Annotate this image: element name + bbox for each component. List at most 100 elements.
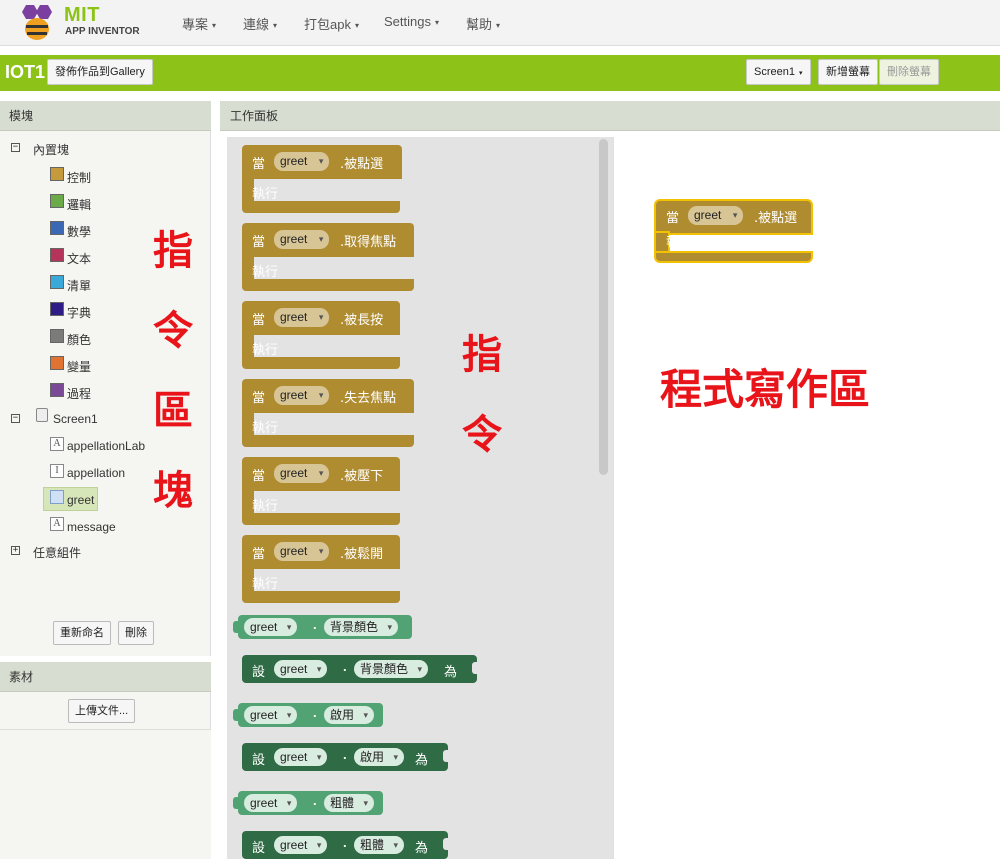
property-dropdown[interactable]: 啟用 [324, 706, 375, 724]
annotation-blocks-area-3: 區 [153, 388, 193, 434]
menu-label: 連線 [243, 17, 270, 32]
when-label: 當 [252, 469, 266, 484]
property-dropdown[interactable]: 背景顏色 [324, 618, 399, 636]
control-color-swatch [50, 167, 64, 181]
assets-panel: 上傳文件... [0, 692, 211, 730]
do-label: 執行 [252, 577, 279, 592]
to-label: 為 [415, 841, 429, 856]
menu-help[interactable]: 幫助 ▾ [466, 14, 500, 33]
event-name: .被壓下 [340, 469, 384, 484]
component-appellation[interactable]: appellation [67, 466, 125, 480]
getter-block-enabled[interactable]: greet . 啟用 [233, 703, 383, 727]
event-name: .被點選 [754, 211, 798, 226]
component-dropdown[interactable]: greet [274, 308, 330, 327]
project-title: IOT1 [5, 62, 46, 82]
caret-down-icon: ▾ [354, 21, 359, 31]
screen1-item[interactable]: Screen1 [53, 412, 98, 426]
screen-select[interactable]: Screen1 ▾ [746, 59, 811, 85]
category-math[interactable]: 數學 [67, 223, 91, 240]
when-label: 當 [252, 235, 266, 250]
expand-toggle-icon[interactable]: + [11, 546, 20, 555]
menu-settings[interactable]: Settings ▾ [384, 14, 439, 29]
button-component-icon [50, 490, 64, 504]
do-label: 執行 [666, 235, 693, 250]
when-label: 當 [252, 547, 266, 562]
menu-project[interactable]: 專案 ▾ [182, 14, 216, 33]
when-label: 當 [252, 391, 266, 406]
setter-block-enabled[interactable]: 設 greet . 啟用 為 [242, 743, 449, 771]
property-dropdown[interactable]: 粗體 [354, 836, 405, 854]
collapse-toggle-icon[interactable]: − [11, 143, 20, 152]
builtin-blocks-label[interactable]: 內置塊 [33, 141, 69, 158]
category-text[interactable]: 文本 [67, 250, 91, 267]
category-control[interactable]: 控制 [67, 169, 91, 186]
event-block-gotfocus[interactable]: 當 greet .取得焦點 執行 [242, 223, 414, 291]
category-procedures[interactable]: 過程 [67, 385, 91, 402]
delete-button[interactable]: 刪除 [118, 621, 154, 645]
category-lists[interactable]: 清單 [67, 277, 91, 294]
app-inventor-logo[interactable]: MIT APP INVENTOR [16, 3, 156, 43]
component-dropdown[interactable]: greet [244, 618, 298, 636]
component-appellationlab[interactable]: appellationLab [67, 439, 145, 453]
event-block-lostfocus[interactable]: 當 greet .失去焦點 執行 [242, 379, 414, 447]
property-dropdown[interactable]: 粗體 [324, 794, 375, 812]
caret-down-icon: ▾ [496, 21, 501, 31]
dictionaries-color-swatch [50, 302, 64, 316]
component-dropdown[interactable]: greet [274, 836, 328, 854]
add-screen-button[interactable]: 新增螢幕 [818, 59, 878, 85]
label-component-icon: A [50, 437, 64, 451]
block-body [242, 435, 414, 447]
block-body [656, 253, 811, 261]
caret-down-icon: ▾ [798, 70, 803, 77]
component-message[interactable]: message [67, 520, 116, 534]
any-component-item[interactable]: 任意組件 [33, 544, 81, 561]
getter-block-bgcolor[interactable]: greet . 背景顏色 [233, 615, 412, 639]
category-colors[interactable]: 顏色 [67, 331, 91, 348]
component-dropdown[interactable]: greet [274, 464, 330, 483]
event-block-longclick[interactable]: 當 greet .被長按 執行 [242, 301, 400, 369]
dot-label: . [313, 793, 317, 808]
setter-block-bgcolor[interactable]: 設 greet . 背景顏色 為 [242, 655, 478, 683]
component-dropdown[interactable]: greet [244, 794, 298, 812]
remove-screen-button[interactable]: 刪除螢幕 [879, 59, 939, 85]
component-dropdown[interactable]: greet [244, 706, 298, 724]
upload-file-button[interactable]: 上傳文件... [68, 699, 136, 723]
variables-color-swatch [50, 356, 64, 370]
placed-event-block-click[interactable]: 當 greet .被點選 執行 [656, 201, 811, 261]
label-component-icon: A [50, 517, 64, 531]
component-dropdown[interactable]: greet [274, 748, 328, 766]
component-dropdown[interactable]: greet [274, 660, 328, 678]
category-dictionaries[interactable]: 字典 [67, 304, 91, 321]
component-dropdown[interactable]: greet [274, 152, 330, 171]
collapse-toggle-icon[interactable]: − [11, 414, 20, 423]
component-dropdown[interactable]: greet [688, 206, 744, 225]
menu-connect[interactable]: 連線 ▾ [243, 14, 277, 33]
property-dropdown[interactable]: 背景顏色 [354, 660, 429, 678]
event-block-touchup[interactable]: 當 greet .被鬆開 執行 [242, 535, 400, 603]
component-greet[interactable]: greet [67, 493, 94, 507]
menu-label: 專案 [182, 17, 209, 32]
menu-build[interactable]: 打包apk ▾ [304, 14, 359, 33]
event-block-click[interactable]: 當 greet .被點選 執行 [242, 145, 402, 213]
category-logic[interactable]: 邏輯 [67, 196, 91, 213]
do-label: 執行 [252, 187, 279, 202]
publish-gallery-button[interactable]: 發佈作品到Gallery [47, 59, 153, 85]
annotation-blocks-area-1: 指 [153, 228, 193, 274]
rename-button[interactable]: 重新命名 [53, 621, 111, 645]
logic-color-swatch [50, 194, 64, 208]
block-socket [443, 838, 449, 850]
flyout-scrollbar[interactable] [599, 139, 608, 475]
component-dropdown[interactable]: greet [274, 230, 330, 249]
category-variables[interactable]: 變量 [67, 358, 91, 375]
setter-block-bold[interactable]: 設 greet . 粗體 為 [242, 831, 449, 859]
set-label: 設 [252, 841, 266, 856]
component-dropdown[interactable]: greet [274, 386, 330, 405]
property-dropdown[interactable]: 啟用 [354, 748, 405, 766]
dot-label: . [343, 835, 347, 850]
when-label: 當 [252, 157, 266, 172]
component-dropdown[interactable]: greet [274, 542, 330, 561]
event-block-touchdown[interactable]: 當 greet .被壓下 執行 [242, 457, 400, 525]
screen-icon [36, 408, 48, 422]
getter-block-bold[interactable]: greet . 粗體 [233, 791, 383, 815]
when-label: 當 [252, 313, 266, 328]
